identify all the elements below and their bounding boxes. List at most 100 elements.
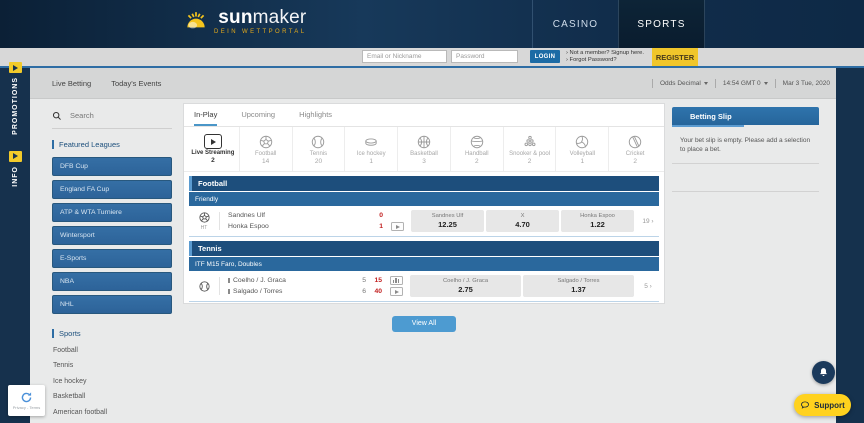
filter-label: Football [255, 151, 276, 157]
filter-ice-hockey[interactable]: Ice hockey 1 [345, 127, 398, 171]
bell-icon [818, 367, 829, 378]
email-input[interactable] [362, 50, 447, 63]
odds-value: 1.22 [590, 220, 605, 229]
match-scores: 0 1 [367, 212, 383, 230]
sidebar-item-atp-wta[interactable]: ATP & WTA Turniere [52, 203, 172, 222]
search-box[interactable] [52, 110, 172, 129]
league-bar-friendly[interactable]: Friendly [189, 192, 659, 206]
recaptcha-badge[interactable]: Privacy - Terms [8, 385, 45, 416]
league-bar-itf[interactable]: ITF M15 Faro, Doubles [189, 257, 659, 271]
left-sidebar: Featured Leagues DFB Cup England FA Cup … [52, 110, 172, 416]
recaptcha-icon [20, 391, 33, 404]
football-icon [198, 211, 211, 224]
match-row-football[interactable]: HT Sandnes Ulf Honka Espoo 0 1 San [189, 206, 659, 237]
sidebar-item-dfb-cup[interactable]: DFB Cup [52, 157, 172, 176]
notifications-button[interactable] [812, 361, 835, 384]
chevron-down-icon [764, 82, 768, 85]
brand-logo[interactable]: sunmaker DEIN WETTPORTAL [183, 8, 306, 36]
sub-header: Live Betting Today's Events Odds Decimal… [30, 68, 836, 99]
odds-button-away[interactable]: Honka Espoo 1.22 [561, 210, 634, 232]
sidebar-item-tennis[interactable]: Tennis [52, 362, 172, 369]
tennis-icon [198, 280, 211, 293]
stats-button[interactable] [390, 276, 403, 285]
filter-handball[interactable]: Handball 2 [451, 127, 504, 171]
odds-value: 1.37 [571, 285, 586, 294]
tab-casino[interactable]: CASINO [532, 0, 618, 48]
away-sets: 6 [356, 288, 366, 295]
more-markets-link[interactable]: 19 › [637, 218, 659, 225]
filter-count: 20 [315, 158, 322, 165]
top-header: sunmaker DEIN WETTPORTAL CASINO SPORTS [0, 0, 864, 48]
odds-button-away[interactable]: Salgado / Torres 1.37 [523, 275, 634, 297]
subheader-links: Live Betting Today's Events [52, 68, 161, 98]
brand-tagline: DEIN WETTPORTAL [214, 29, 306, 35]
accent-bar [52, 329, 54, 338]
filter-tennis[interactable]: Tennis 20 [293, 127, 346, 171]
volleyball-icon [574, 134, 590, 150]
sidebar-item-esports[interactable]: E-Sports [52, 249, 172, 268]
todays-events-link[interactable]: Today's Events [111, 79, 161, 88]
filter-football[interactable]: Football 14 [240, 127, 293, 171]
more-markets-link[interactable]: 5 › [637, 283, 659, 290]
match-sport-icon: HT [189, 211, 219, 231]
sidebar-item-wintersport[interactable]: Wintersport [52, 226, 172, 245]
timezone-select[interactable]: 14:54 GMT 0 [723, 80, 768, 87]
tab-sports[interactable]: SPORTS [618, 0, 705, 48]
sidebar-item-nhl[interactable]: NHL [52, 295, 172, 314]
subheader-controls: Odds Decimal 14:54 GMT 0 Mar 3 Tue, 2020 [652, 68, 830, 98]
filter-count: 2 [211, 157, 215, 164]
login-links: › Not a member? Signup here. › Forgot Pa… [566, 50, 644, 64]
tab-highlights[interactable]: Highlights [299, 110, 332, 126]
away-team: Salgado / Torres [228, 288, 356, 295]
odds-name: Coelho / J. Graca [443, 278, 488, 284]
brand-text: sunmaker DEIN WETTPORTAL [214, 8, 306, 35]
filter-volleyball[interactable]: Volleyball 1 [556, 127, 609, 171]
filter-count: 2 [633, 158, 637, 165]
forgot-password-link[interactable]: › Forgot Password? [566, 57, 644, 64]
side-rail: PROMOTIONS INFO [0, 68, 30, 423]
odds-name: Salgado / Torres [557, 278, 599, 284]
odds-button-home[interactable]: Sandnes Ulf 12.25 [411, 210, 484, 232]
sidebar-item-nba[interactable]: NBA [52, 272, 172, 291]
divider [672, 191, 819, 192]
filter-cricket[interactable]: Cricket 2 [609, 127, 661, 171]
sidebar-item-ice-hockey[interactable]: Ice hockey [52, 378, 172, 385]
info-tab[interactable]: INFO [9, 151, 22, 187]
sidebar-item-american-football[interactable]: American football [52, 409, 172, 416]
signup-link[interactable]: › Not a member? Signup here. [566, 50, 644, 57]
away-score: 1 [367, 223, 383, 230]
login-button[interactable]: LOGIN [530, 50, 560, 63]
match-row-tennis[interactable]: Coelho / J. Graca Salgado / Torres 5 6 1… [189, 271, 659, 302]
sidebar-item-football[interactable]: Football [52, 347, 172, 354]
live-stream-button[interactable] [390, 287, 403, 296]
tab-in-play[interactable]: In-Play [194, 110, 217, 126]
live-stream-button[interactable] [391, 222, 404, 231]
filter-live-streaming[interactable]: Live Streaming 2 [187, 127, 240, 171]
odds-value: 2.75 [458, 285, 473, 294]
tab-upcoming[interactable]: Upcoming [241, 110, 275, 126]
odds-format-select[interactable]: Odds Decimal [660, 80, 708, 87]
search-input[interactable] [68, 110, 162, 121]
view-all-button[interactable]: View All [392, 316, 456, 332]
betting-slip-header[interactable]: Betting Slip [672, 107, 819, 125]
filter-label: Handball [465, 151, 489, 157]
register-button[interactable]: REGISTER [652, 48, 698, 66]
sidebar-item-basketball[interactable]: Basketball [52, 393, 172, 400]
promotions-icon [9, 62, 22, 73]
filter-basketball[interactable]: Basketball 3 [398, 127, 451, 171]
sidebar-item-england-fa-cup[interactable]: England FA Cup [52, 180, 172, 199]
filter-snooker[interactable]: Snooker & pool 2 [504, 127, 557, 171]
support-button[interactable]: Support [794, 394, 851, 416]
promotions-tab[interactable]: PROMOTIONS [9, 62, 22, 135]
password-input[interactable] [451, 50, 518, 63]
away-team: Honka Espoo [228, 223, 367, 230]
filter-label: Snooker & pool [509, 151, 550, 157]
odds-button-draw[interactable]: X 4.70 [486, 210, 559, 232]
tennis-icon [310, 134, 326, 150]
live-betting-link[interactable]: Live Betting [52, 79, 91, 88]
betting-slip-title: Betting Slip [690, 112, 732, 121]
content-area: Live Betting Today's Events Odds Decimal… [30, 68, 836, 423]
odds-button-home[interactable]: Coelho / J. Graca 2.75 [410, 275, 521, 297]
home-sets: 5 [356, 277, 366, 284]
handball-icon [469, 134, 485, 150]
